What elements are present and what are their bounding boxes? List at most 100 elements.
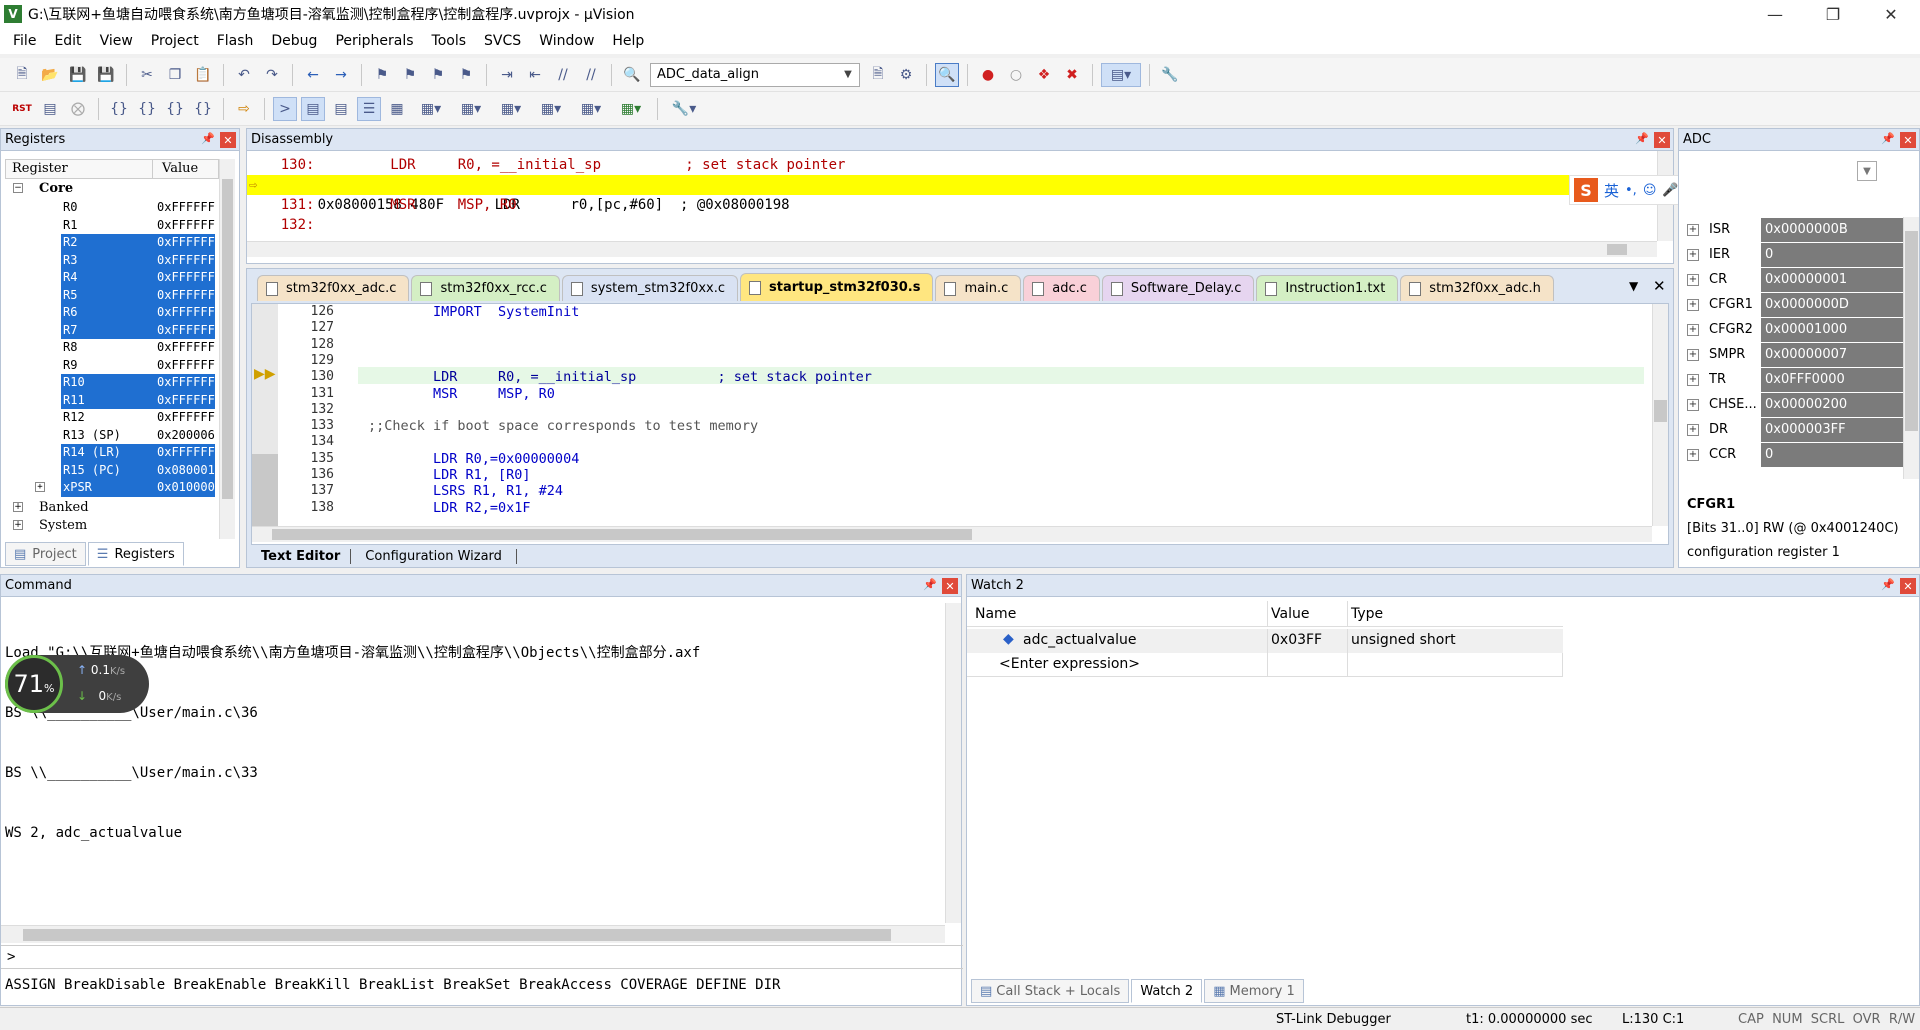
reset-icon[interactable]: RST bbox=[10, 97, 34, 121]
sogou-logo-icon[interactable]: S bbox=[1574, 178, 1598, 202]
register-value[interactable]: 0xFFFFFFFF bbox=[151, 199, 215, 217]
register-row[interactable]: R100xFFFFFFFF bbox=[1, 374, 221, 392]
configure-wrench-icon[interactable]: 🔧 bbox=[1158, 63, 1182, 87]
close-file-icon[interactable]: ✕ bbox=[1653, 277, 1666, 295]
scroll-thumb[interactable] bbox=[272, 529, 972, 540]
file-tab-active[interactable]: startup_stm32f030.s bbox=[740, 273, 934, 301]
adc-register-row[interactable]: + TR 0x0FFF0000 bbox=[1679, 367, 1904, 392]
target-options-icon[interactable]: 🗎 bbox=[866, 63, 890, 87]
adc-vscroll[interactable] bbox=[1903, 217, 1919, 479]
menu-help[interactable]: Help bbox=[603, 33, 653, 49]
nav-forward-icon[interactable]: → bbox=[329, 63, 353, 87]
scroll-thumb[interactable] bbox=[1654, 400, 1667, 422]
command-window-icon[interactable]: > bbox=[273, 96, 297, 121]
editor-gutter[interactable]: ▶▶ bbox=[252, 304, 278, 526]
tab-text-editor[interactable]: Text Editor bbox=[251, 548, 352, 564]
ime-language-toggle[interactable]: 英 bbox=[1604, 180, 1619, 201]
register-value[interactable]: 0xFFFFFFFF bbox=[151, 409, 215, 427]
symbols-window-icon[interactable]: ▤ bbox=[329, 97, 353, 121]
debug-session-icon[interactable]: 🔍 bbox=[935, 62, 959, 87]
register-value[interactable]: 0xFFFFFFFF bbox=[151, 234, 215, 252]
tab-project[interactable]: ▤ Project bbox=[5, 542, 86, 566]
indent-icon[interactable]: ⇥ bbox=[495, 63, 519, 87]
register-row[interactable]: R12 0xFFFFFFFF bbox=[1, 409, 221, 427]
close-button[interactable]: ✕ bbox=[1862, 0, 1920, 28]
register-row[interactable]: R70xFFFFFFFF bbox=[1, 321, 221, 339]
expand-icon[interactable]: + bbox=[1687, 448, 1699, 461]
register-row[interactable]: R50xFFFFFFFF bbox=[1, 286, 221, 304]
scroll-thumb[interactable] bbox=[222, 179, 233, 499]
tab-list-dropdown-icon[interactable]: ▼ bbox=[1629, 279, 1638, 293]
adc-register-row[interactable]: + CFGR1 0x0000000D bbox=[1679, 292, 1904, 317]
register-row[interactable]: R40xFFFFFFFF bbox=[1, 269, 221, 287]
register-value[interactable]: 0x20000618 bbox=[151, 427, 215, 445]
close-icon[interactable]: ✕ bbox=[942, 578, 958, 594]
expand-icon[interactable]: + bbox=[1687, 423, 1699, 436]
tab-watch-2[interactable]: Watch 2 bbox=[1131, 979, 1203, 1003]
window-layout-icon[interactable]: ▤▾ bbox=[1101, 62, 1141, 87]
disasm-line[interactable]: 131: MSR MSP, R0 bbox=[247, 195, 1657, 215]
disasm-line[interactable]: 132: bbox=[247, 215, 1657, 235]
microphone-icon[interactable]: 🎤 bbox=[1662, 183, 1678, 198]
save-all-icon[interactable]: 💾 bbox=[94, 63, 118, 87]
watch-window-icon[interactable]: ▦▾ bbox=[413, 97, 449, 121]
adc-register-value[interactable]: 0x0000000B bbox=[1761, 217, 1904, 242]
code-line[interactable]: MSR MSP, R0 bbox=[368, 386, 555, 402]
code-line[interactable]: LDR R0,=0x00000004 bbox=[368, 451, 579, 467]
watch-name[interactable]: adc_actualvalue bbox=[1023, 632, 1137, 648]
adc-register-row[interactable]: + IER 0 bbox=[1679, 242, 1904, 267]
serial-window-icon[interactable]: ▦▾ bbox=[493, 97, 529, 121]
call-stack-window-icon[interactable]: ▦ bbox=[385, 97, 409, 121]
adc-register-row[interactable]: + ISR 0x0000000B bbox=[1679, 217, 1904, 242]
adc-register-value[interactable]: 0x00001000 bbox=[1761, 317, 1904, 342]
watch-row[interactable]: ◆ adc_actualvalue 0x03FF unsigned short bbox=[967, 629, 1563, 653]
pin-icon[interactable]: 📌 bbox=[201, 132, 215, 145]
command-hscroll[interactable] bbox=[1, 925, 945, 943]
paste-icon[interactable]: 📋 bbox=[191, 63, 215, 87]
adc-register-row[interactable]: + CFGR2 0x00001000 bbox=[1679, 317, 1904, 342]
enter-expression-field[interactable]: <Enter expression> bbox=[999, 656, 1140, 672]
scroll-thumb[interactable] bbox=[23, 929, 891, 941]
register-row[interactable]: R0 0xFFFFFFFF bbox=[1, 199, 221, 217]
adc-register-row[interactable]: + CCR 0 bbox=[1679, 442, 1904, 467]
register-value[interactable]: 0x01000000 bbox=[151, 479, 215, 497]
command-vscroll[interactable] bbox=[945, 603, 961, 923]
pin-icon[interactable]: 📌 bbox=[1635, 132, 1649, 145]
adc-register-value[interactable]: 0x00000001 bbox=[1761, 267, 1904, 292]
network-monitor-widget[interactable]: 71% ↑ 0.1K/s ↓ 0K/s bbox=[5, 655, 149, 713]
file-tab[interactable]: stm32f0xx_rcc.c bbox=[411, 275, 560, 301]
collapse-icon[interactable]: − bbox=[13, 183, 23, 193]
menu-svcs[interactable]: SVCS bbox=[475, 33, 530, 49]
redo-icon[interactable]: ↷ bbox=[260, 63, 284, 87]
file-tab[interactable]: Software_Delay.c bbox=[1101, 275, 1255, 301]
register-row[interactable]: R15 (PC)0x08000158 bbox=[1, 461, 221, 479]
expand-icon[interactable]: + bbox=[1687, 248, 1699, 261]
breakpoint-disable-all-icon[interactable]: ❖ bbox=[1032, 63, 1056, 87]
close-icon[interactable]: ✕ bbox=[1900, 132, 1916, 148]
close-icon[interactable]: ✕ bbox=[1654, 132, 1670, 148]
scroll-thumb[interactable] bbox=[1905, 231, 1918, 431]
tab-call-stack-locals[interactable]: ▤ Call Stack + Locals bbox=[971, 979, 1130, 1003]
undo-icon[interactable]: ↶ bbox=[232, 63, 256, 87]
register-value[interactable]: 0x08000158 bbox=[151, 461, 215, 479]
tab-memory-1[interactable]: ▦ Memory 1 bbox=[1204, 979, 1304, 1003]
adc-register-row[interactable]: + CHSE... 0x00000200 bbox=[1679, 392, 1904, 417]
memory-window-icon[interactable]: ▦▾ bbox=[453, 97, 489, 121]
code-line[interactable]: LDR R1, [R0] bbox=[368, 467, 531, 483]
find-in-files-icon[interactable]: 🔍 bbox=[620, 63, 644, 87]
menu-flash[interactable]: Flash bbox=[208, 33, 263, 49]
editor-hscroll[interactable] bbox=[252, 526, 1652, 542]
expand-icon[interactable]: + bbox=[1687, 273, 1699, 286]
disassembly-listing[interactable]: 130: LDR R0, =__initial_sp ; set stack p… bbox=[247, 155, 1657, 237]
pin-icon[interactable]: 📌 bbox=[1881, 578, 1895, 591]
adc-register-value[interactable]: 0 bbox=[1761, 442, 1904, 467]
uncomment-icon[interactable]: // bbox=[579, 63, 603, 87]
save-icon[interactable]: 💾 bbox=[66, 63, 90, 87]
cut-icon[interactable]: ✂ bbox=[135, 63, 159, 87]
new-file-icon[interactable]: 🗎 bbox=[10, 63, 34, 87]
register-value[interactable]: 0xFFFFFFFF bbox=[151, 251, 215, 269]
file-tab[interactable]: Instruction1.txt bbox=[1256, 275, 1399, 301]
analysis-window-icon[interactable]: ▦▾ bbox=[533, 97, 569, 121]
menu-peripherals[interactable]: Peripherals bbox=[326, 33, 422, 49]
open-folder-icon[interactable]: 📂 bbox=[38, 63, 62, 87]
